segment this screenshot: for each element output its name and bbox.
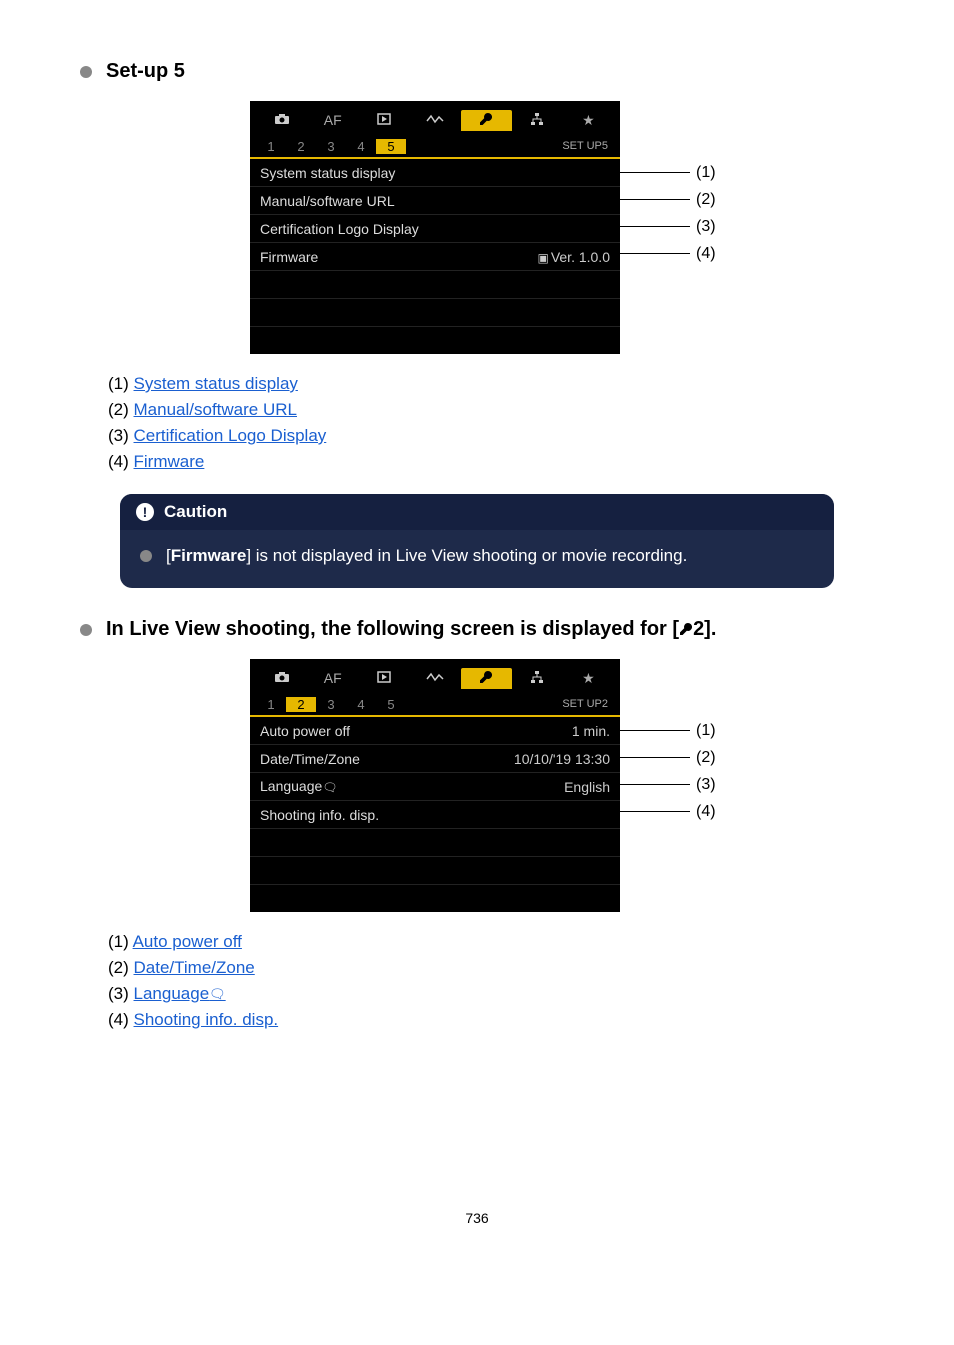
page-tab-5: 5 [376, 139, 406, 154]
page-tab-4: 4 [346, 697, 376, 712]
callout-4: (4) [620, 798, 716, 825]
camera-menu-screenshot: AF ★ 1 2 3 4 5 SET UP2 Auto power off [250, 659, 620, 912]
bullet-icon [80, 624, 92, 636]
caution-body: [Firmware] is not displayed in Live View… [120, 530, 834, 588]
page-tab-2: 2 [286, 697, 316, 712]
tab-network-icon [512, 670, 563, 687]
caution-title: Caution [164, 502, 227, 522]
page-tab-2: 2 [286, 139, 316, 154]
tab-star-icon: ★ [563, 670, 614, 687]
callout-1: (1) [620, 159, 716, 186]
section-title: Set-up 5 [106, 60, 185, 83]
section-title: In Live View shooting, the following scr… [106, 618, 716, 641]
page-number: 736 [80, 1210, 874, 1226]
menu-row: System status display [250, 159, 620, 187]
tab-network-icon [512, 112, 563, 129]
link-auto-power-off[interactable]: Auto power off [133, 932, 242, 951]
callout-column: (1) (2) (3) (4) [620, 659, 716, 825]
menu-row: Shooting info. disp. [250, 801, 620, 829]
callout-4: (4) [620, 240, 716, 267]
callout-2: (2) [620, 186, 716, 213]
screenshot-setup2: AF ★ 1 2 3 4 5 SET UP2 Auto power off [80, 659, 874, 912]
link-date-time-zone[interactable]: Date/Time/Zone [134, 958, 255, 977]
callout-3: (3) [620, 771, 716, 798]
menu-row: Manual/software URL [250, 187, 620, 215]
legend-item: (3) Language🗨 [108, 984, 874, 1004]
tab-af: AF [307, 670, 358, 686]
legend-list: (1) System status display (2) Manual/sof… [108, 374, 874, 472]
tab-wrench-icon [461, 668, 512, 689]
menu-label: Manual/software URL [260, 193, 395, 209]
screenshot-setup5: AF ★ 1 2 3 4 5 SET UP5 System status dis [80, 101, 874, 354]
menu-row: Date/Time/Zone 10/10/'19 13:30 [250, 745, 620, 773]
legend-item: (2) Date/Time/Zone [108, 958, 874, 978]
tab-play-icon [358, 112, 409, 128]
menu-row: Auto power off 1 min. [250, 717, 620, 745]
menu-value: 10/10/'19 13:30 [514, 751, 610, 767]
page-tab-4: 4 [346, 139, 376, 154]
page-tab-3: 3 [316, 697, 346, 712]
callout-column: (1) (2) (3) (4) [620, 101, 716, 267]
link-firmware[interactable]: Firmware [134, 452, 205, 471]
section-heading: In Live View shooting, the following scr… [80, 618, 874, 641]
language-icon: 🗨 [322, 781, 337, 795]
tab-af: AF [307, 112, 358, 128]
page-tab-1: 1 [256, 139, 286, 154]
callout-1: (1) [620, 717, 716, 744]
legend-item: (4) Shooting info. disp. [108, 1010, 874, 1030]
top-tab-bar: AF ★ [250, 101, 620, 135]
link-manual-url[interactable]: Manual/software URL [134, 400, 297, 419]
link-system-status[interactable]: System status display [134, 374, 298, 393]
caution-box: ! Caution [Firmware] is not displayed in… [120, 494, 834, 588]
tab-star-icon: ★ [563, 112, 614, 129]
section-heading: Set-up 5 [80, 60, 874, 83]
legend-item: (4) Firmware [108, 452, 874, 472]
camera-icon: ▣ [537, 251, 548, 265]
page-tab-1: 1 [256, 697, 286, 712]
menu-label: Certification Logo Display [260, 221, 419, 237]
menu-label: Shooting info. disp. [260, 807, 379, 823]
link-cert-logo[interactable]: Certification Logo Display [134, 426, 327, 445]
callout-2: (2) [620, 744, 716, 771]
top-tab-bar: AF ★ [250, 659, 620, 693]
tab-camera-icon [256, 670, 307, 686]
tab-camera-icon [256, 112, 307, 128]
legend-item: (3) Certification Logo Display [108, 426, 874, 446]
tab-play-icon [358, 670, 409, 686]
menu-row: Firmware ▣Ver. 1.0.0 [250, 243, 620, 271]
menu-label: Auto power off [260, 723, 350, 739]
language-icon: 🗨 [209, 987, 226, 1002]
tab-wave-icon [409, 112, 460, 128]
callout-3: (3) [620, 213, 716, 240]
menu-row: Language🗨 English [250, 773, 620, 801]
tab-wrench-icon [461, 110, 512, 131]
page-label: SET UP5 [562, 140, 614, 152]
menu-value: ▣Ver. 1.0.0 [537, 249, 610, 265]
page-label: SET UP2 [562, 698, 614, 710]
legend-item: (2) Manual/software URL [108, 400, 874, 420]
page-tab-bar: 1 2 3 4 5 SET UP2 [250, 693, 620, 717]
menu-label: Date/Time/Zone [260, 751, 360, 767]
menu-label: Firmware [260, 249, 318, 265]
menu-label: System status display [260, 165, 395, 181]
caution-header: ! Caution [120, 494, 834, 530]
caution-text: [Firmware] is not displayed in Live View… [166, 546, 687, 566]
page-tab-bar: 1 2 3 4 5 SET UP5 [250, 135, 620, 159]
page-tab-3: 3 [316, 139, 346, 154]
camera-menu-screenshot: AF ★ 1 2 3 4 5 SET UP5 System status dis [250, 101, 620, 354]
bullet-icon [80, 66, 92, 78]
legend-item: (1) System status display [108, 374, 874, 394]
caution-icon: ! [136, 503, 154, 521]
legend-item: (1) Auto power off [108, 932, 874, 952]
link-shooting-info[interactable]: Shooting info. disp. [134, 1010, 279, 1029]
bullet-icon [140, 550, 152, 562]
menu-value: 1 min. [572, 723, 610, 739]
menu-row: Certification Logo Display [250, 215, 620, 243]
page-tab-5: 5 [376, 697, 406, 712]
menu-label: Language🗨 [260, 778, 338, 794]
link-language[interactable]: Language🗨 [134, 984, 226, 1003]
legend-list: (1) Auto power off (2) Date/Time/Zone (3… [108, 932, 874, 1030]
menu-value: English [564, 779, 610, 795]
tab-wave-icon [409, 670, 460, 686]
